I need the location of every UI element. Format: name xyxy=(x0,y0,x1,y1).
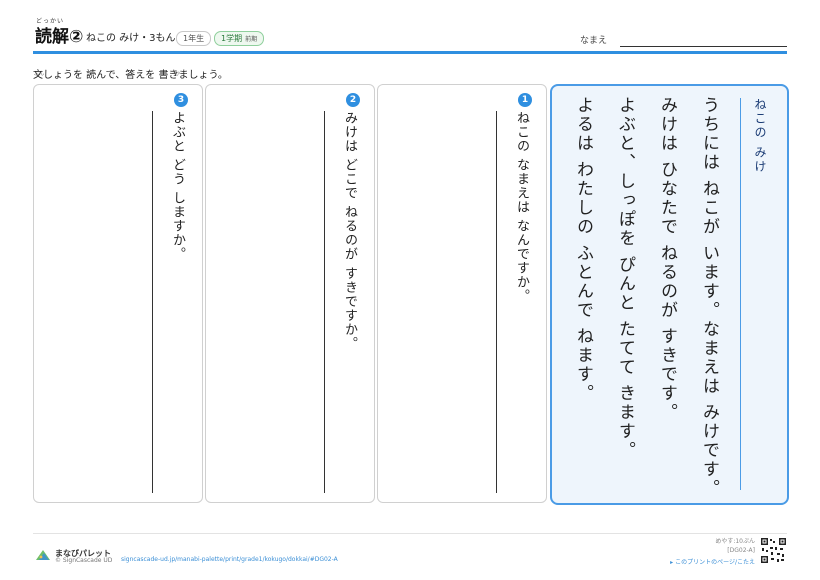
print-code: [DG02-A] xyxy=(727,547,755,554)
page-title: 読解② xyxy=(35,27,84,47)
grade-badge: 1年生 xyxy=(176,31,212,46)
question-number-badge: 2 xyxy=(346,93,360,107)
term-label: 1学期 xyxy=(221,34,243,43)
answer-writing-line[interactable] xyxy=(152,111,153,493)
passage-title-rule xyxy=(740,98,741,490)
reading-passage-panel: ねこの みけ うちには ねこが います。なまえは みけです。 みけは ひなたで … xyxy=(550,84,789,505)
question-number-badge: 3 xyxy=(174,93,188,107)
header-divider xyxy=(33,51,787,54)
page-subtitle: ねこの みけ・3もん xyxy=(86,33,176,44)
answer-page-link[interactable]: ▸ このプリントのページ/こたえ xyxy=(670,557,755,566)
qr-code-icon[interactable] xyxy=(761,538,786,563)
footer-divider xyxy=(33,533,787,534)
passage-line-3: よぶと、しっぽを ぴんと たてて きます。 xyxy=(615,96,635,461)
time-estimate: めやす:10ぷん xyxy=(715,538,755,545)
palette-logo-icon xyxy=(36,550,50,560)
print-url-link[interactable]: signcascade-ud.jp/manabi-palette/print/g… xyxy=(121,556,338,563)
answer-writing-line[interactable] xyxy=(324,111,325,493)
term-sub-label: 前期 xyxy=(245,36,258,43)
question-panel-2: 2 みけは どこで ねるのが すきですか。 xyxy=(205,84,375,503)
copyright-text: © SignCascade UD xyxy=(55,557,113,564)
name-field-line[interactable] xyxy=(620,46,787,47)
passage-line-4: よるは わたしの ふとんで ねます。 xyxy=(573,96,593,404)
print-meta: めやす:10ぷん [DG02-A] xyxy=(715,537,755,555)
answer-writing-line[interactable] xyxy=(496,111,497,493)
question-number-badge: 1 xyxy=(518,93,532,107)
passage-line-2: みけは ひなたで ねるのが すきです。 xyxy=(657,96,677,423)
name-label: なまえ xyxy=(580,36,608,46)
question-text: みけは どこで ねるのが すきですか。 xyxy=(342,111,357,351)
term-badge: 1学期 前期 xyxy=(214,31,265,46)
instruction-text: 文しょうを 読んで、答えを 書きましょう。 xyxy=(33,70,228,81)
question-text: よぶと どう しますか。 xyxy=(170,111,185,262)
passage-line-1: うちには ねこが います。なまえは みけです。 xyxy=(699,96,719,499)
passage-title: ねこの みけ xyxy=(753,98,767,174)
question-panel-3: 3 よぶと どう しますか。 xyxy=(33,84,203,503)
question-text: ねこの なまえは なんですか。 xyxy=(514,111,529,304)
question-panel-1: 1 ねこの なまえは なんですか。 xyxy=(377,84,547,503)
